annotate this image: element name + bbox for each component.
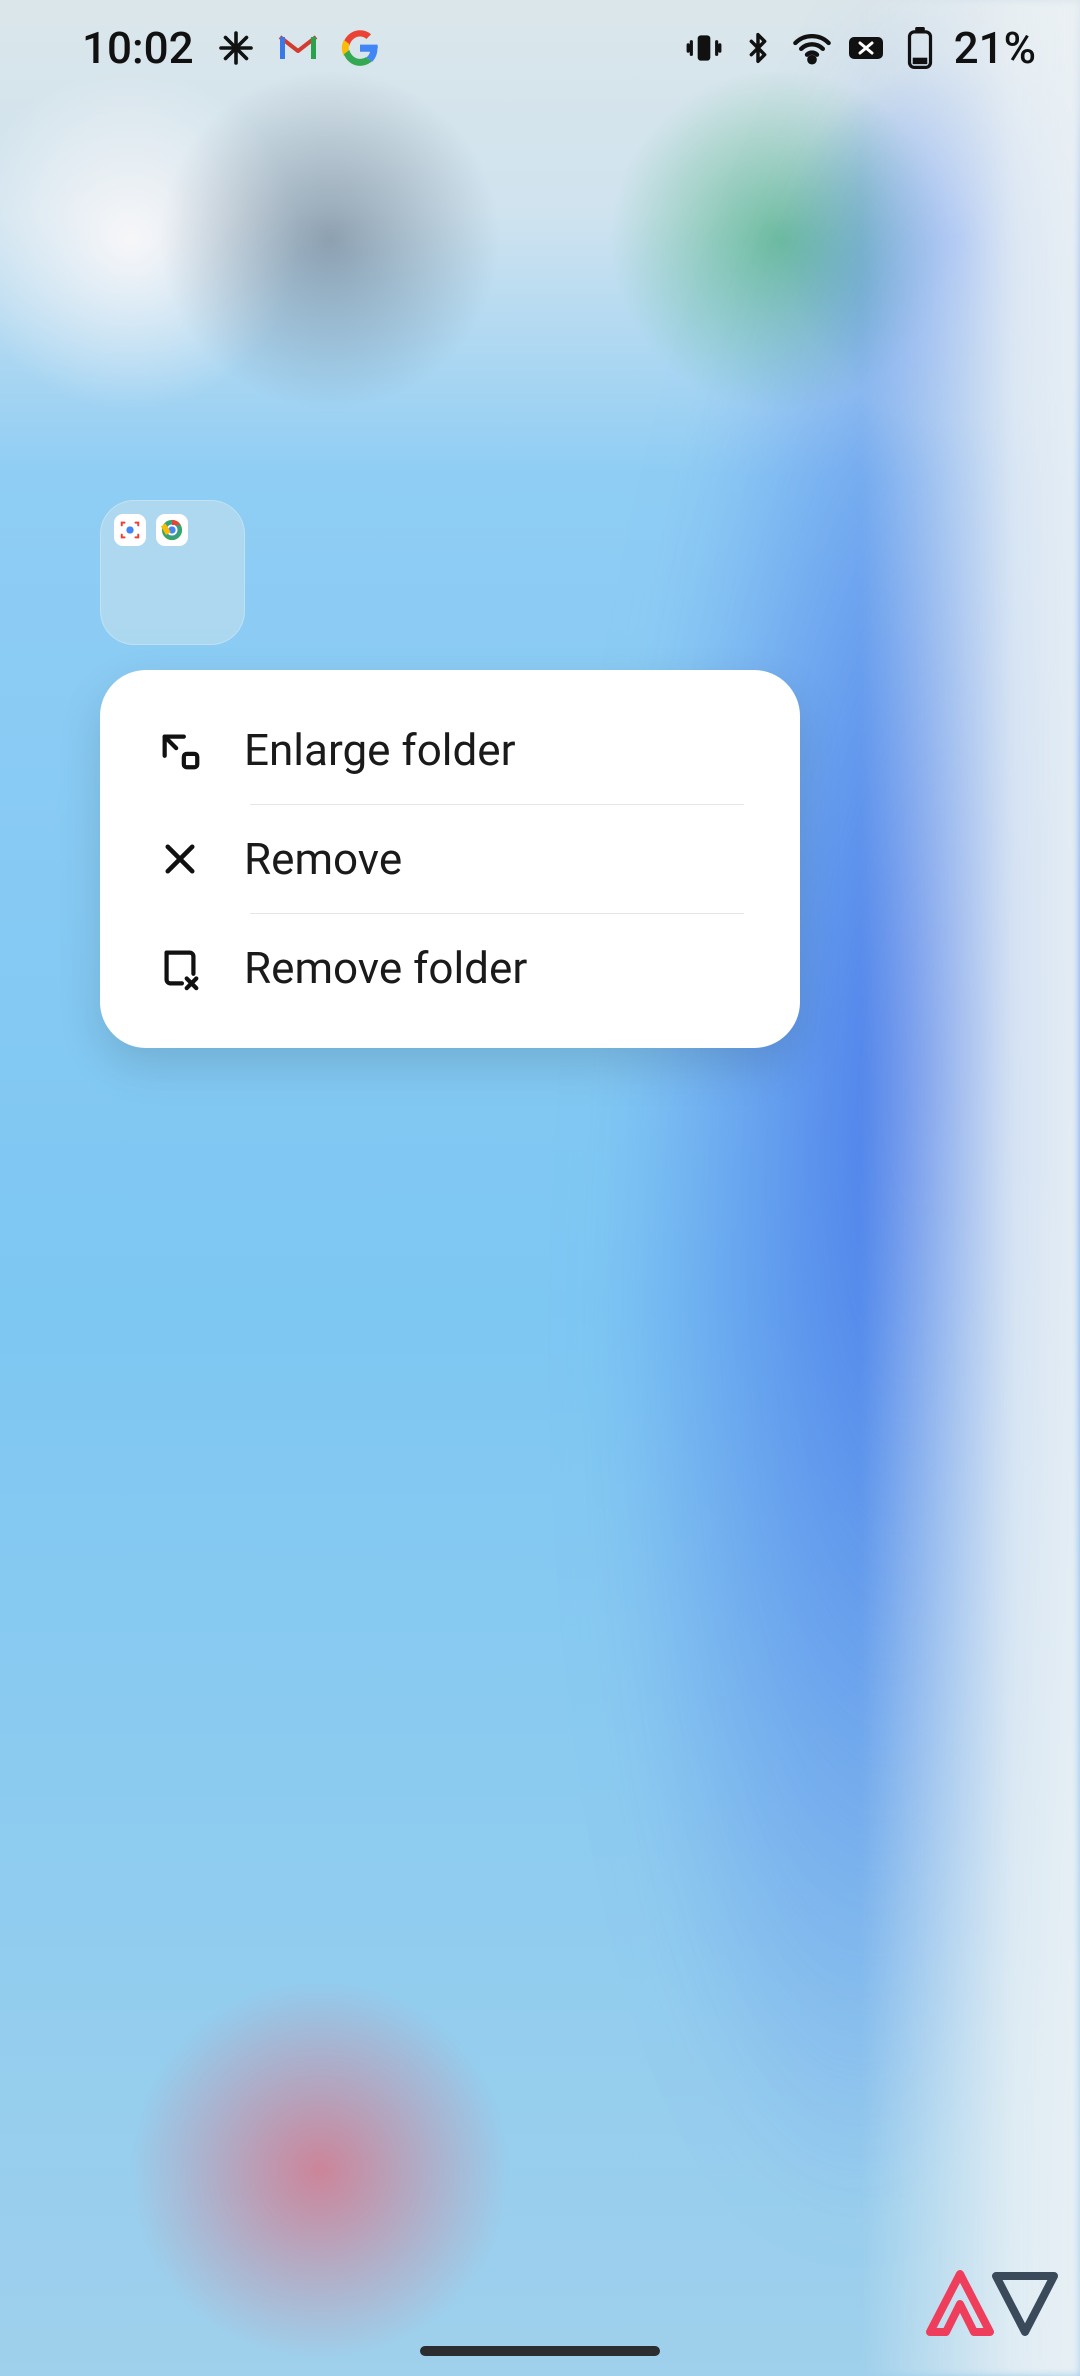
wallpaper-rightfade [860,0,1080,2376]
remove-folder-icon [156,944,204,992]
menu-item-label: Remove [244,833,402,885]
gmail-icon [278,28,318,68]
wifi-icon [792,28,832,68]
google-icon [340,28,380,68]
battery-percent: 21% [954,22,1036,74]
data-off-icon [846,28,886,68]
menu-item-enlarge-folder[interactable]: Enlarge folder [100,696,800,804]
menu-item-remove[interactable]: Remove [100,805,800,913]
battery-icon [900,28,940,68]
vibrate-icon [684,28,724,68]
gesture-nav-pill[interactable] [420,2346,660,2356]
folder-row [114,514,231,546]
folder-context-menu: Enlarge folder Remove Remove folder [100,670,800,1048]
home-folder[interactable] [100,500,245,645]
status-bar-right: 21% [684,22,1036,74]
enlarge-icon [156,726,204,774]
slack-icon [216,28,256,68]
status-clock: 10:02 [82,22,194,74]
close-icon [156,835,204,883]
status-bar-left: 10:02 [82,22,380,74]
menu-item-label: Remove folder [244,942,527,994]
menu-item-remove-folder[interactable]: Remove folder [100,914,800,1022]
bluetooth-icon [738,28,778,68]
lens-icon [114,514,146,546]
watermark-ap-logo [922,2262,1062,2346]
menu-item-label: Enlarge folder [244,724,516,776]
chrome-icon [156,514,188,546]
status-bar: 10:02 [0,0,1080,95]
home-screen: 10:02 [0,0,1080,2376]
